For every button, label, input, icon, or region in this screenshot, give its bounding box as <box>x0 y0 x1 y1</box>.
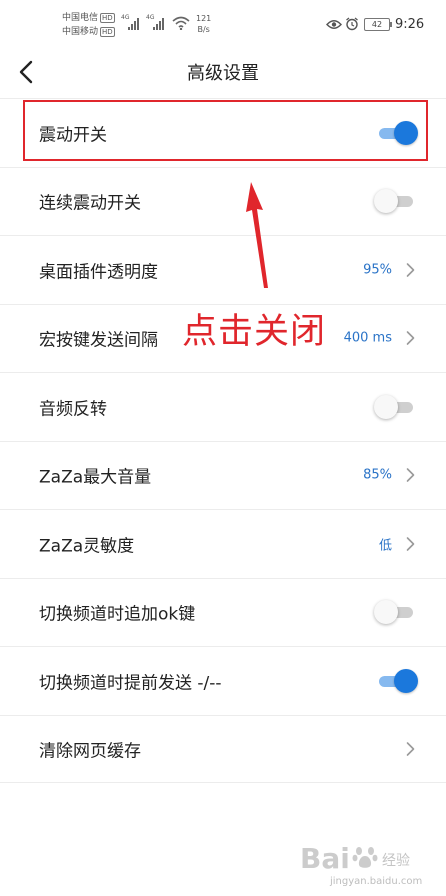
setting-label: 切换频道时提前发送 -/-- <box>39 673 222 694</box>
chevron-right-icon <box>406 468 415 483</box>
setting-label: ZaZa最大音量 <box>39 467 152 488</box>
setting-label: 清除网页缓存 <box>39 741 141 762</box>
network-speed-unit: B/s <box>197 25 210 34</box>
paw-icon <box>352 847 378 868</box>
setting-zaza-sensitivity[interactable]: ZaZa灵敏度 低 <box>0 509 446 578</box>
carrier-2-label: 中国移动 <box>62 27 99 37</box>
setting-continuous-vibration[interactable]: 连续震动开关 <box>0 166 446 236</box>
signal-icon <box>128 18 139 30</box>
setting-label: 音频反转 <box>39 399 107 420</box>
setting-send-dash-early[interactable]: 切换频道时提前发送 -/-- <box>0 646 446 715</box>
carrier-1-label: 中国电信 <box>62 13 99 23</box>
setting-append-ok-key[interactable]: 切换频道时追加ok键 <box>0 577 446 647</box>
watermark-url: jingyan.baidu.com <box>330 876 423 887</box>
network-speed-value: 121 <box>196 14 212 23</box>
page-title: 高级设置 <box>187 63 259 84</box>
setting-value: 低 <box>378 538 392 554</box>
header: 高级设置 <box>0 50 446 98</box>
annotation-text: 点击关闭 <box>182 312 327 352</box>
eye-icon <box>326 20 342 29</box>
signal-icon <box>153 18 164 30</box>
status-bar: 中国电信 HD 中国移动 HD 4G 4G 121 B/s 42 9:26 <box>0 0 446 50</box>
chevron-right-icon <box>406 331 415 346</box>
setting-value: 400 ms <box>343 330 392 346</box>
audio-invert-toggle[interactable] <box>374 394 416 420</box>
watermark: Bai 经验 jingyan.baidu.com <box>296 838 436 896</box>
setting-value: 95% <box>363 262 392 278</box>
wifi-icon <box>172 16 190 30</box>
setting-label: 连续震动开关 <box>39 193 141 214</box>
carrier-1: 中国电信 HD <box>62 12 115 25</box>
setting-label: 宏按键发送间隔 <box>39 330 158 351</box>
network-speed: 121 B/s <box>196 13 211 35</box>
watermark-sub: 经验 <box>382 853 410 869</box>
setting-widget-opacity[interactable]: 桌面插件透明度 95% <box>0 235 446 304</box>
chevron-right-icon <box>406 536 415 551</box>
setting-label: 震动开关 <box>39 125 107 146</box>
settings-list: 震动开关 连续震动开关 桌面插件透明度 95% 宏按键发送间隔 400 ms 音… <box>0 98 446 783</box>
setting-label: 切换频道时追加ok键 <box>39 604 196 625</box>
setting-zaza-max-volume[interactable]: ZaZa最大音量 85% <box>0 440 446 510</box>
chevron-right-icon <box>406 741 415 756</box>
setting-value: 85% <box>363 467 392 483</box>
carrier-2: 中国移动 HD <box>62 26 115 39</box>
vibration-toggle[interactable] <box>376 120 418 146</box>
setting-clear-web-cache[interactable]: 清除网页缓存 <box>0 714 446 783</box>
hd-badge: HD <box>100 27 115 37</box>
alarm-icon <box>346 17 358 31</box>
continuous-vibration-toggle[interactable] <box>374 188 416 214</box>
clock: 9:26 <box>395 17 425 32</box>
arrow-up-icon <box>246 182 268 288</box>
setting-label: 桌面插件透明度 <box>39 262 158 283</box>
setting-audio-invert[interactable]: 音频反转 <box>0 372 446 441</box>
watermark-brand: Bai <box>300 842 350 875</box>
setting-label: ZaZa灵敏度 <box>39 536 135 557</box>
battery-icon: 42 <box>364 18 392 31</box>
append-ok-key-toggle[interactable] <box>374 599 416 625</box>
setting-vibration[interactable]: 震动开关 <box>0 98 446 167</box>
hd-badge: HD <box>100 13 115 23</box>
send-dash-early-toggle[interactable] <box>376 668 418 694</box>
chevron-right-icon <box>406 262 415 277</box>
